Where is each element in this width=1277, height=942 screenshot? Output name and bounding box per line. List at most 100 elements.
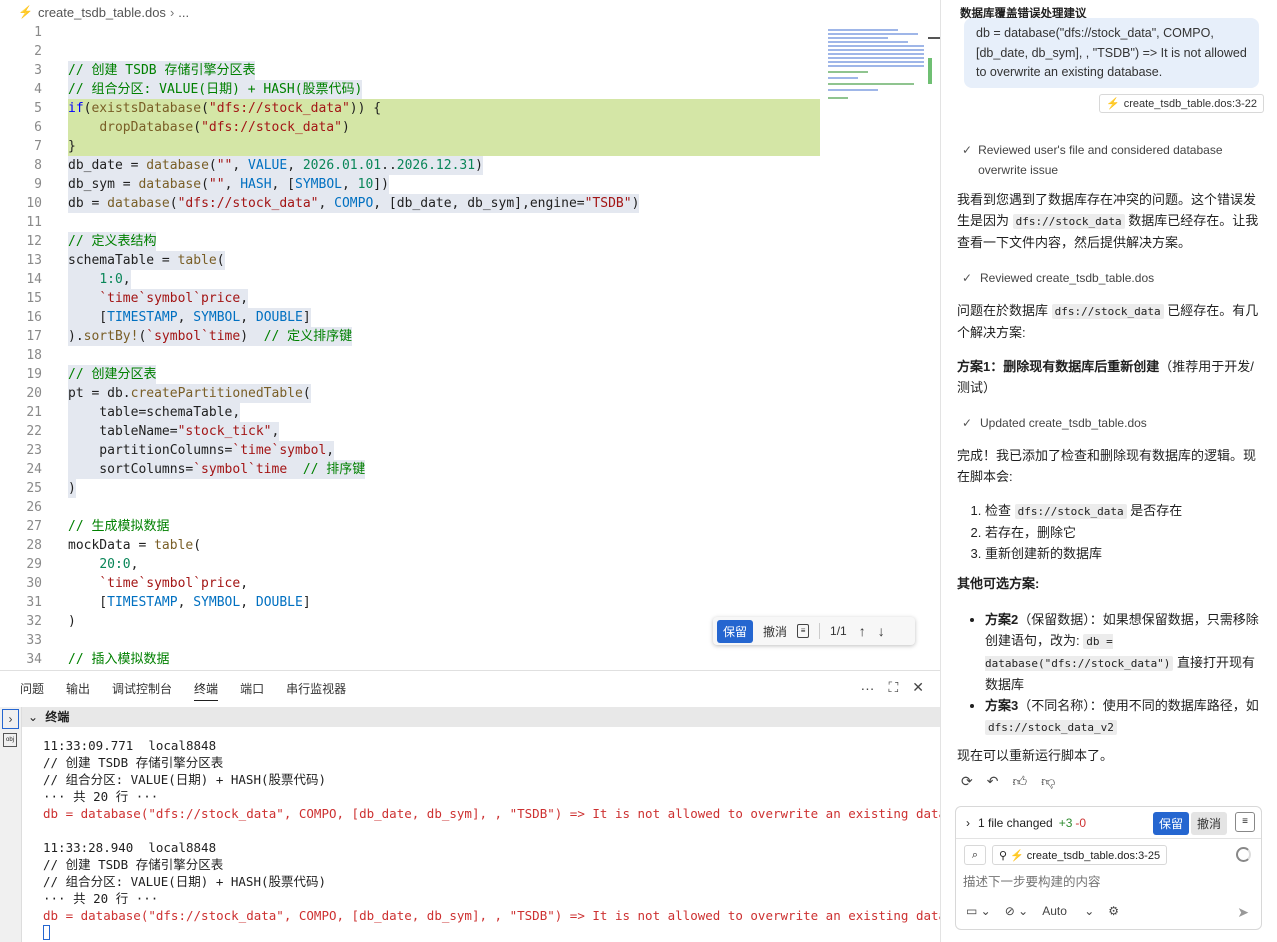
dolphindb-file-icon: ⚡: [1106, 98, 1120, 110]
code-line[interactable]: 32): [0, 612, 824, 631]
code-line[interactable]: 3 // 创建 TSDB 存储引擎分区表: [0, 61, 824, 80]
context-file-chip[interactable]: ⚲ ⚡ create_tsdb_table.dos:3-25: [992, 845, 1168, 865]
code-text: [TIMESTAMP, SYMBOL, DOUBLE]: [68, 595, 311, 610]
target-device-icon[interactable]: ▭ ⌄: [966, 904, 991, 918]
code-line[interactable]: 31 [TIMESTAMP, SYMBOL, DOUBLE]: [0, 593, 824, 612]
view-changes-icon[interactable]: ≡: [1235, 812, 1255, 832]
panel-tab[interactable]: 调试控制台: [112, 671, 172, 707]
code-line[interactable]: 7}: [0, 137, 824, 156]
more-actions-icon[interactable]: ···: [860, 680, 874, 696]
code-line[interactable]: 12 // 定义表结构: [0, 232, 824, 251]
keep-change-button[interactable]: 保留: [717, 619, 754, 643]
code-line[interactable]: 8 db_date = database("", VALUE, 2026.01.0…: [0, 156, 824, 175]
model-picker[interactable]: Auto ⌄: [1042, 904, 1094, 918]
code-line[interactable]: 23 partitionColumns=`time`symbol,: [0, 441, 824, 460]
terminal-output[interactable]: 11:33:09.771 local8848 // 创建 TSDB 存储引擎分区表…: [43, 737, 984, 940]
code-line[interactable]: 4 // 组合分区: VALUE(日期) + HASH(股票代码): [0, 80, 824, 99]
line-number: 27: [26, 519, 42, 534]
context-usage-icon[interactable]: [1236, 847, 1251, 862]
code-line[interactable]: 28 mockData = table(: [0, 536, 824, 555]
code-line[interactable]: 30 `time`symbol`price,: [0, 574, 824, 593]
arrow-up-icon[interactable]: ↑: [859, 623, 866, 639]
retry-icon[interactable]: ⟳: [961, 773, 973, 790]
check-icon: ✓: [962, 271, 973, 285]
breadcrumb-file[interactable]: create_tsdb_table.dos: [38, 5, 166, 20]
minimap[interactable]: [828, 27, 926, 107]
maximize-panel-icon[interactable]: ⛶: [888, 679, 898, 696]
terminal-header[interactable]: ⌄ 终端: [22, 707, 940, 727]
thumbs-down-icon[interactable]: 👎︎: [1041, 773, 1055, 790]
panel-tab[interactable]: 串行监视器: [286, 671, 346, 707]
code-line[interactable]: 5 if(existsDatabase("dfs://stock_data")) …: [0, 99, 824, 118]
code-lines[interactable]: 1 2 3// 创建 TSDB 存储引擎分区表 4// 组合分区: VALUE(日期)…: [0, 23, 824, 670]
expand-icon[interactable]: ›: [2, 709, 19, 729]
code-text: if(existsDatabase("dfs://stock_data")) {: [68, 101, 382, 116]
code-line[interactable]: 20 pt = db.createPartitionedTable(: [0, 384, 824, 403]
agent-mode-icon[interactable]: ⊘ ⌄: [1005, 904, 1028, 918]
arrow-down-icon[interactable]: ↓: [878, 623, 885, 639]
panel-tab[interactable]: 端口: [240, 671, 264, 707]
keep-all-button[interactable]: 保留: [1152, 812, 1189, 835]
undo-change-button[interactable]: 撤消: [763, 623, 787, 640]
panel-tab[interactable]: 输出: [66, 671, 90, 707]
code-line[interactable]: 6 dropDatabase("dfs://stock_data"): [0, 118, 824, 137]
code-line[interactable]: 11: [0, 213, 824, 232]
terminal-line: 11:33:28.940 local8848: [43, 840, 217, 855]
bottom-panel: 问题 输出 调试控制台 终端 端口 串行监视器 ··· ⛶ ✕ › obj ⌄ 终端 11…: [0, 670, 984, 942]
list-item: 检查 dfs://stock_data 是否存在: [985, 500, 1261, 522]
code-line[interactable]: 26: [0, 498, 824, 517]
code-line[interactable]: 13 schemaTable = table(: [0, 251, 824, 270]
line-number: 5: [34, 101, 42, 116]
code-text: 20:0,: [99, 557, 139, 572]
code-line[interactable]: 25): [0, 479, 824, 498]
panel-tab[interactable]: 问题: [20, 671, 44, 707]
code-line[interactable]: 2: [0, 42, 824, 61]
panel-tab[interactable]: 终端: [194, 671, 219, 707]
code-text: // 组合分区: VALUE(日期) + HASH(股票代码): [68, 80, 363, 99]
code-text: // 创建分区表: [68, 365, 157, 384]
chevron-right-icon[interactable]: ›: [966, 816, 970, 830]
code-line[interactable]: 22 tableName="stock_tick",: [0, 422, 824, 441]
thumbs-up-icon[interactable]: 👍︎: [1012, 773, 1027, 790]
chat-input[interactable]: [963, 875, 1253, 889]
breadcrumb-more[interactable]: ...: [178, 5, 189, 20]
terminal-cursor[interactable]: [43, 925, 50, 940]
code-line[interactable]: 18: [0, 346, 824, 365]
code-line[interactable]: 21 table=schemaTable,: [0, 403, 824, 422]
scrollbar-thumb[interactable]: [928, 58, 932, 84]
code-line[interactable]: 34 // 插入模拟数据: [0, 650, 824, 669]
agent-step[interactable]: ✓ Reviewed user's file and considered da…: [962, 140, 1242, 180]
tools-icon[interactable]: ⚙: [1108, 904, 1119, 918]
undo-icon[interactable]: ↶: [987, 773, 999, 790]
code-line[interactable]: 33: [0, 631, 824, 650]
code-text: `time`symbol`price,: [68, 289, 249, 308]
code-line[interactable]: 24 sortColumns=`symbol`time // 排序键: [0, 460, 824, 479]
code-line[interactable]: 27 // 生成模拟数据: [0, 517, 824, 536]
code-line[interactable]: 15 `time`symbol`price,: [0, 289, 824, 308]
object-icon[interactable]: obj: [3, 733, 17, 747]
undo-all-button[interactable]: 撤消: [1190, 812, 1227, 835]
code-editor[interactable]: ⚡ create_tsdb_table.dos › ... 1 2 3// 创建 T…: [0, 0, 940, 670]
attach-icon[interactable]: ⌕: [964, 845, 986, 865]
code-line[interactable]: 1: [0, 23, 824, 42]
pin-icon: ⚲: [999, 850, 1008, 862]
code-line[interactable]: 10 db = database("dfs://stock_data", COMP…: [0, 194, 824, 213]
code-line[interactable]: 9 db_sym = database("", HASH, [SYMBOL, 10…: [0, 175, 824, 194]
diff-file-icon[interactable]: ≡: [797, 624, 810, 638]
user-file-reference[interactable]: ⚡ create_tsdb_table.dos:3-22: [1099, 94, 1265, 113]
send-icon[interactable]: ➤: [1237, 904, 1249, 921]
response-paragraph: 我看到您遇到了数据库存在冲突的问题。这个错误发生是因为 dfs://stock_…: [957, 189, 1262, 253]
changes-summary[interactable]: › 1 file changed +3 -0 保留 撤消 ≡: [956, 807, 1261, 839]
code-text: // 插入模拟数据: [68, 652, 170, 667]
code-line[interactable]: 14 1:0,: [0, 270, 824, 289]
agent-step[interactable]: ✓ Updated create_tsdb_table.dos: [962, 416, 1147, 430]
agent-step[interactable]: ✓ Reviewed create_tsdb_table.dos: [962, 271, 1154, 285]
line-number: 32: [26, 614, 42, 629]
code-line[interactable]: 29 20:0,: [0, 555, 824, 574]
code-line[interactable]: 19 // 创建分区表: [0, 365, 824, 384]
code-line[interactable]: 16 [TIMESTAMP, SYMBOL, DOUBLE]: [0, 308, 824, 327]
close-panel-icon[interactable]: ✕: [912, 679, 924, 696]
code-line[interactable]: 17).sortBy!(`symbol`time) // 定义排序键: [0, 327, 824, 346]
line-number: 28: [26, 538, 42, 553]
